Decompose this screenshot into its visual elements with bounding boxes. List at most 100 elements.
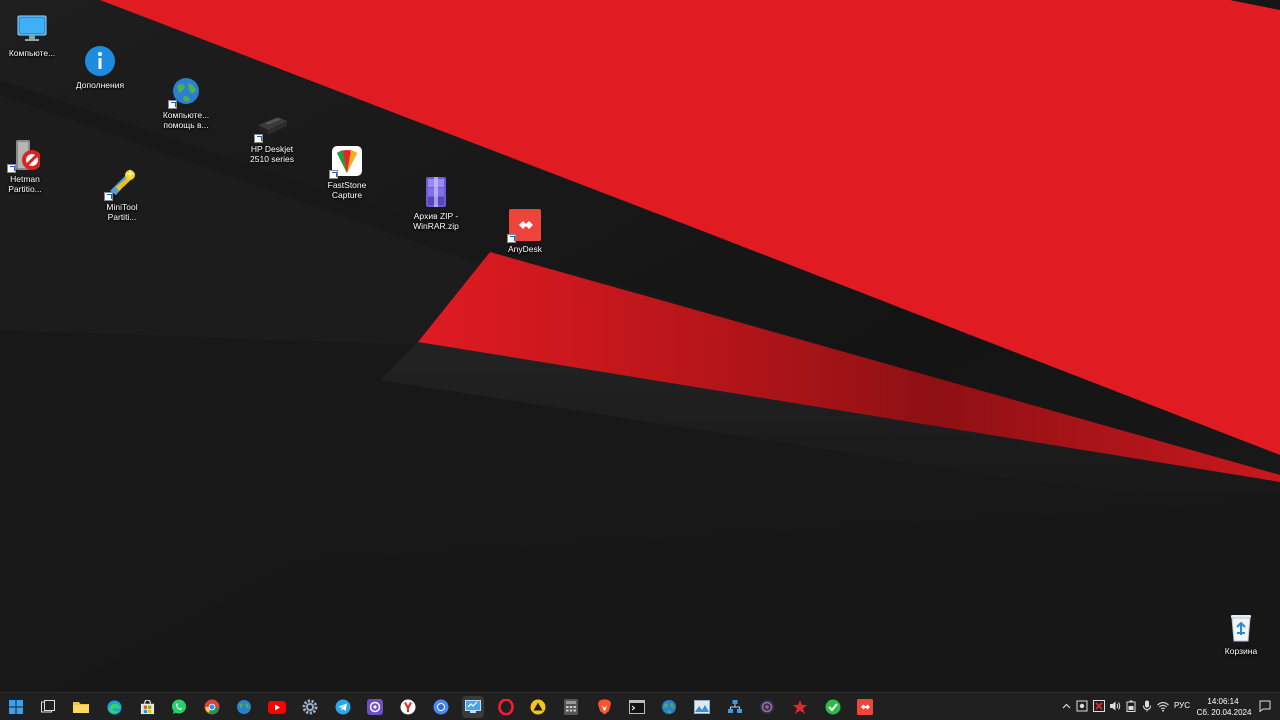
start-button[interactable]: [5, 696, 27, 718]
store-icon: [140, 699, 154, 714]
desktop-icon-hp-printer[interactable]: HP Deskjet 2510 series: [234, 108, 310, 164]
network-app-icon: [728, 700, 742, 713]
desktop-icon-anydesk[interactable]: AnyDesk: [487, 208, 563, 254]
whatsapp-icon: [172, 699, 186, 714]
desktop-icon-faststone[interactable]: FastStone Capture: [309, 144, 385, 200]
edge-icon: [106, 699, 122, 715]
desktop-icon-label: Hetman Partitio...: [8, 174, 42, 194]
globe-app-2-icon: [662, 700, 676, 714]
task-view-icon: [41, 700, 55, 713]
yandex-icon: [400, 699, 416, 715]
anydesk-taskbar-icon: [857, 699, 873, 715]
task-view-button[interactable]: [37, 696, 59, 718]
file-explorer-button[interactable]: [70, 696, 92, 718]
chrome-button[interactable]: [201, 696, 223, 718]
desktop-icon-label: MiniTool Partiti...: [106, 202, 138, 222]
settings-icon: [302, 699, 318, 715]
desktop-icon-additions[interactable]: Дополнения: [62, 44, 138, 90]
brave-icon: [597, 699, 611, 715]
clock-date[interactable]: Сб. 20.04.2024: [1196, 708, 1252, 717]
monitor-app-icon: [465, 700, 481, 713]
image-viewer-icon: [694, 700, 710, 714]
red-app-button[interactable]: [789, 696, 811, 718]
youtube-icon: [268, 700, 286, 714]
chromium-button[interactable]: [430, 696, 452, 718]
shortcut-arrow-icon: [104, 192, 113, 201]
terminal-button[interactable]: [626, 696, 648, 718]
microphone-icon[interactable]: [1141, 700, 1153, 712]
taskbar: РУС 14:06:14 Сб. 20.04.2024: [0, 692, 1280, 720]
battery-icon[interactable]: [1125, 700, 1137, 712]
notification-icon[interactable]: [1259, 700, 1271, 712]
language-indicator[interactable]: РУС: [1174, 701, 1190, 710]
desktop-icon-label: FastStone Capture: [327, 180, 367, 200]
brave-button[interactable]: [593, 696, 615, 718]
chromium-icon: [433, 699, 449, 715]
globe-app-button[interactable]: [233, 696, 255, 718]
purple-app-icon: [367, 699, 383, 715]
image-viewer-button[interactable]: [691, 696, 713, 718]
shortcut-arrow-icon: [254, 134, 263, 143]
screen-capture-icon[interactable]: [1076, 700, 1088, 712]
red-app-icon: [793, 700, 807, 714]
anydesk-icon: [507, 208, 542, 243]
clock-time[interactable]: 14:06:14: [1198, 697, 1248, 706]
wifi-icon[interactable]: [1157, 700, 1169, 712]
network-app-button[interactable]: [724, 696, 746, 718]
warning-app-button[interactable]: [527, 696, 549, 718]
desktop-icon-label: Корзина: [1224, 646, 1258, 656]
desktop-icon-hetman[interactable]: Hetman Partitio...: [0, 138, 63, 194]
red-tray-icon[interactable]: [1093, 700, 1105, 712]
printer-icon: [254, 108, 289, 143]
warning-app-icon: [530, 699, 546, 715]
anydesk-taskbar-button[interactable]: [854, 696, 876, 718]
desktop-icon-label: Компьюте...: [8, 48, 56, 58]
store-button[interactable]: [136, 696, 158, 718]
settings-button[interactable]: [299, 696, 321, 718]
desktop-icon-label: HP Deskjet 2510 series: [250, 144, 294, 164]
faststone-capture-icon: [329, 144, 364, 179]
checkmark-app-icon: [825, 699, 841, 715]
hetman-partition-icon: [7, 138, 42, 173]
dark-app-icon: [760, 700, 774, 714]
opera-icon: [498, 699, 514, 715]
checkmark-app-button[interactable]: [822, 696, 844, 718]
yandex-button[interactable]: [397, 696, 419, 718]
calculator-icon: [564, 699, 578, 715]
monitor-app-button[interactable]: [462, 696, 484, 718]
opera-button[interactable]: [495, 696, 517, 718]
globe-app-2-button[interactable]: [658, 696, 680, 718]
telegram-button[interactable]: [332, 696, 354, 718]
calculator-button[interactable]: [560, 696, 582, 718]
desktop-icon-recycle-bin[interactable]: Корзина: [1203, 610, 1279, 656]
winrar-archive-icon: [419, 175, 453, 209]
terminal-icon: [629, 700, 645, 714]
minitool-icon: [104, 166, 139, 201]
globe-app-icon: [237, 700, 251, 714]
edge-button[interactable]: [103, 696, 125, 718]
desktop-icon-computer[interactable]: Компьюте...: [0, 12, 70, 58]
dark-app-button[interactable]: [756, 696, 778, 718]
desktop-icon-label: Архив ZIP - WinRAR.zip: [413, 211, 459, 231]
desktop-icon-minitool[interactable]: MiniTool Partiti...: [84, 166, 160, 222]
whatsapp-button[interactable]: [168, 696, 190, 718]
desktop: Компьюте... Дополнения Компьюте... помощ…: [0, 0, 1280, 720]
shortcut-arrow-icon: [507, 234, 516, 243]
chrome-icon: [204, 699, 220, 715]
volume-icon[interactable]: [1109, 700, 1121, 712]
info-icon: [83, 44, 117, 78]
file-explorer-icon: [73, 702, 89, 713]
monitor-icon: [15, 12, 49, 46]
shortcut-arrow-icon: [7, 164, 16, 173]
youtube-button[interactable]: [266, 696, 288, 718]
desktop-icon-winrar-zip[interactable]: Архив ZIP - WinRAR.zip: [398, 175, 474, 231]
desktop-icon-label: AnyDesk: [507, 244, 542, 254]
shortcut-arrow-icon: [168, 100, 177, 109]
chevron-up-icon[interactable]: [1060, 700, 1072, 712]
purple-app-button[interactable]: [364, 696, 386, 718]
desktop-icon-label: Дополнения: [75, 80, 125, 90]
start-icon: [9, 700, 23, 714]
shortcut-arrow-icon: [329, 170, 338, 179]
desktop-icon-label: Компьюте... помощь в...: [162, 110, 210, 130]
desktop-icon-computer-help[interactable]: Компьюте... помощь в...: [148, 74, 224, 130]
